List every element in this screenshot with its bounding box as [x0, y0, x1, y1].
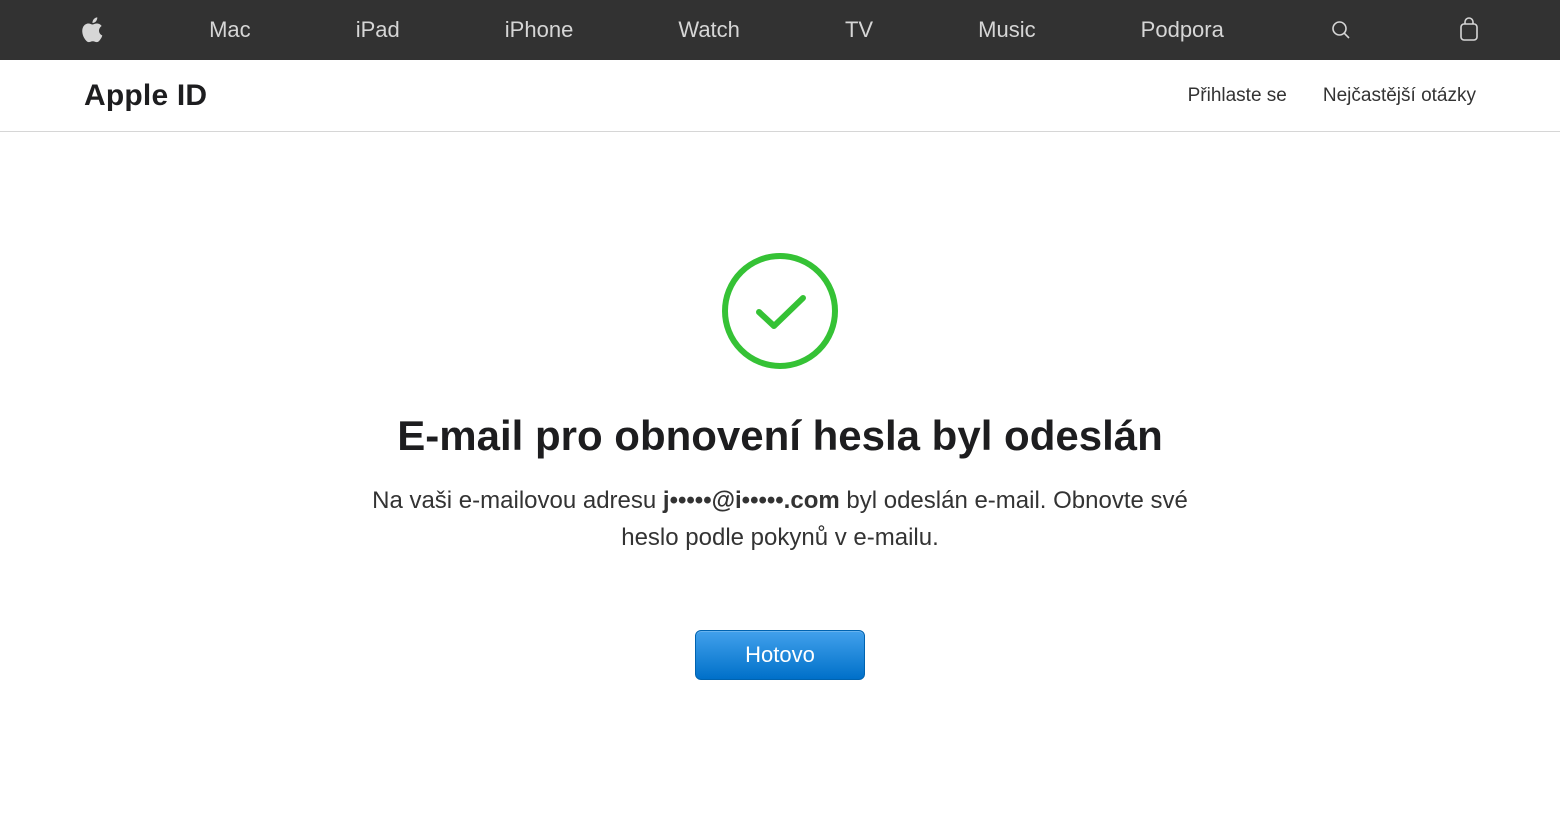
done-button[interactable]: Hotovo — [695, 630, 865, 680]
body-text-email: j•••••@i•••••.com — [663, 487, 840, 514]
nav-ipad[interactable]: iPad — [356, 17, 400, 43]
local-nav-links: Přihlaste se Nejčastější otázky — [1188, 85, 1476, 107]
nav-support[interactable]: Podpora — [1141, 17, 1224, 43]
page-title: Apple ID — [84, 79, 207, 113]
main-content: E-mail pro obnovení hesla byl odeslán Na… — [0, 132, 1560, 680]
nav-mac[interactable]: Mac — [209, 17, 251, 43]
apple-logo-icon[interactable] — [80, 16, 104, 44]
search-icon[interactable] — [1329, 18, 1353, 42]
bag-icon[interactable] — [1458, 17, 1480, 43]
nav-watch[interactable]: Watch — [678, 17, 740, 43]
global-nav-list: Mac iPad iPhone Watch TV Music Podpora — [80, 16, 1480, 44]
body-text: Na vaši e-mailovou adresu j•••••@i•••••.… — [360, 482, 1200, 556]
success-check-icon — [721, 252, 839, 370]
global-nav: Mac iPad iPhone Watch TV Music Podpora — [0, 0, 1560, 60]
nav-music[interactable]: Music — [978, 17, 1035, 43]
faq-link[interactable]: Nejčastější otázky — [1323, 85, 1476, 107]
nav-iphone[interactable]: iPhone — [505, 17, 574, 43]
nav-tv[interactable]: TV — [845, 17, 873, 43]
headline: E-mail pro obnovení hesla byl odeslán — [397, 412, 1163, 460]
local-nav: Apple ID Přihlaste se Nejčastější otázky — [0, 60, 1560, 132]
signin-link[interactable]: Přihlaste se — [1188, 85, 1287, 107]
body-text-pre: Na vaši e-mailovou adresu — [372, 487, 663, 514]
